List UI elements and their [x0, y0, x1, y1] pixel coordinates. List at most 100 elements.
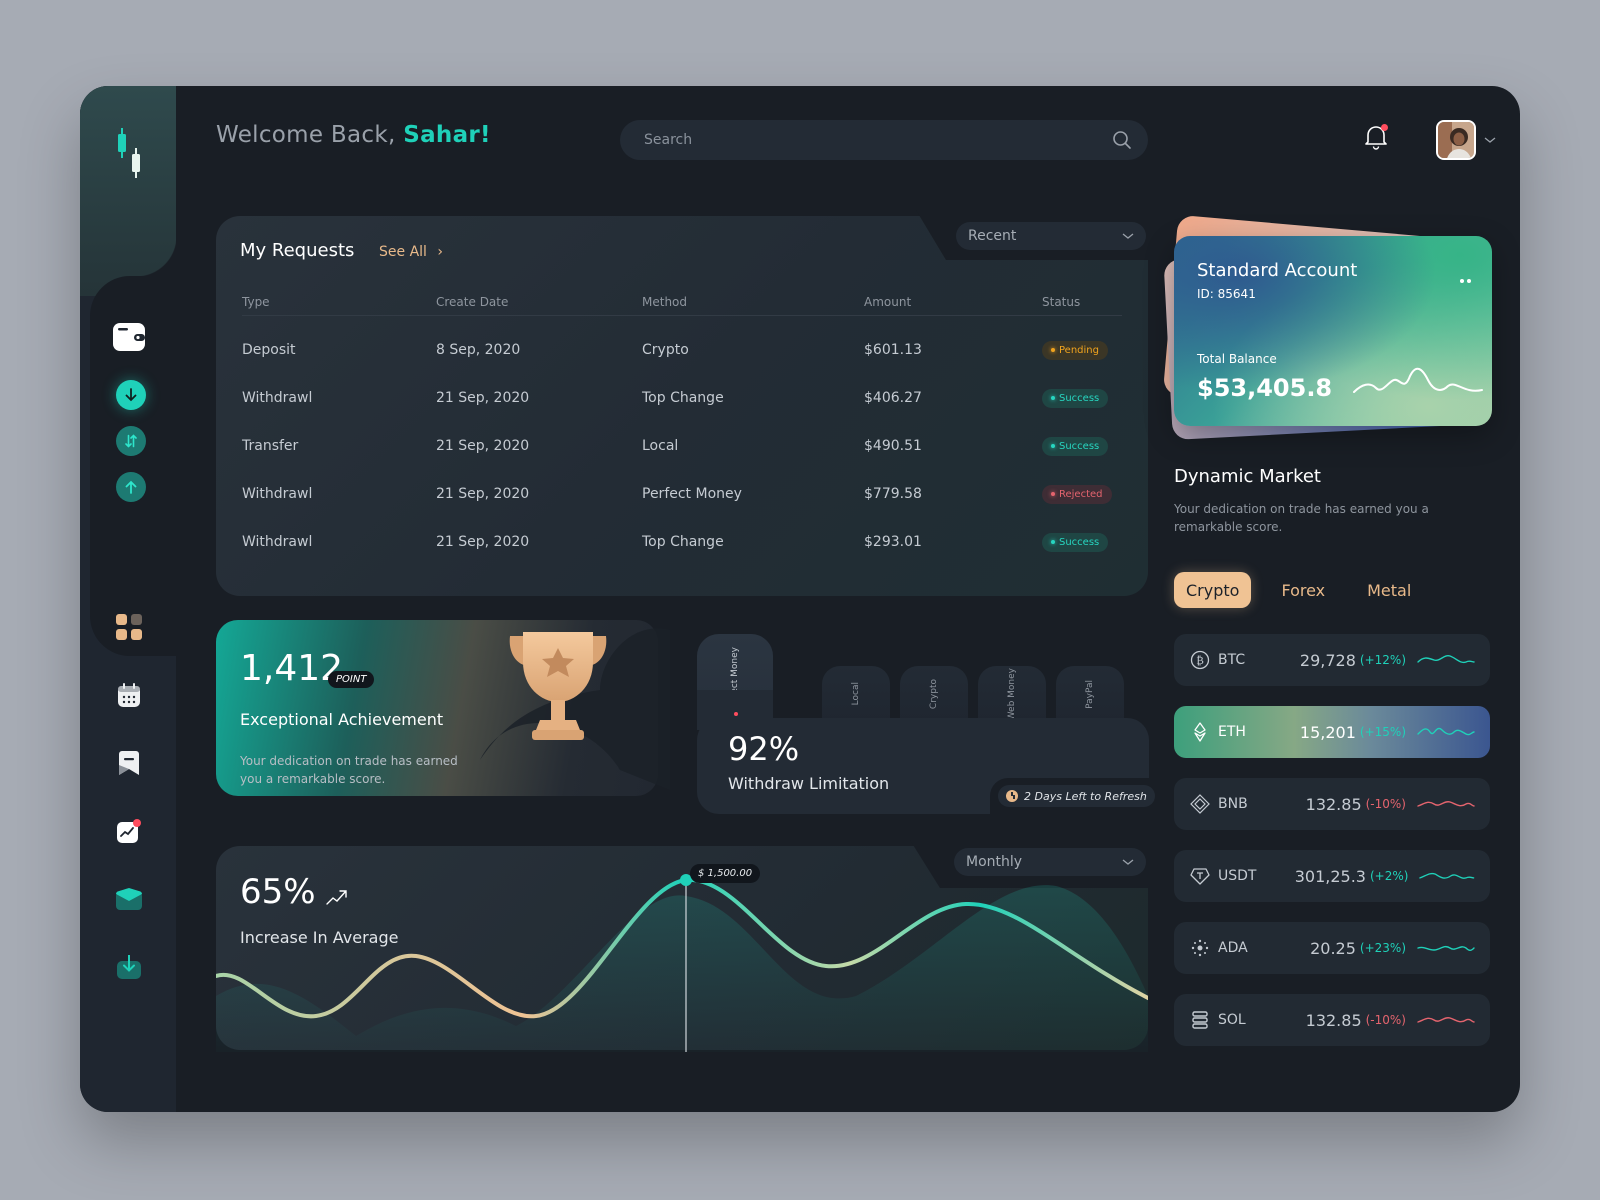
candlestick-logo-icon — [118, 128, 140, 178]
cell-amount: $406.27 — [864, 390, 922, 406]
average-line-chart — [216, 874, 1148, 1052]
balance-sparkline — [1353, 367, 1483, 393]
status-text: Success — [1059, 440, 1100, 452]
table-row[interactable]: Withdrawl 21 Sep, 2020 Perfect Money $77… — [242, 470, 1122, 518]
method-tab-paypal[interactable]: PayPal — [1056, 666, 1124, 722]
avatar-photo — [1438, 122, 1474, 158]
sidebar-item-analytics[interactable] — [112, 814, 146, 848]
coin-price: 132.85 — [1305, 794, 1362, 814]
status-text: Pending — [1059, 344, 1099, 356]
trend-up-icon — [326, 890, 347, 905]
points-value: 1,412 — [240, 648, 344, 689]
refresh-text: 2 Days Left to Refresh — [1024, 789, 1147, 803]
coin-change: (+12%) — [1359, 653, 1406, 667]
sidebar-item-bookmark[interactable] — [112, 746, 146, 780]
status-badge: Success — [1042, 388, 1109, 408]
welcome-prefix: Welcome Back, — [216, 122, 396, 148]
cell-date: 21 Sep, 2020 — [436, 390, 530, 406]
sidebar-item-withdraw[interactable] — [116, 472, 146, 502]
recent-filter-select[interactable]: Recent — [956, 222, 1146, 250]
account-more-menu[interactable] — [1460, 268, 1476, 283]
coin-sparkline — [1417, 654, 1475, 664]
status-text: Rejected — [1059, 488, 1103, 500]
user-name: Sahar! — [403, 122, 491, 148]
ethereum-icon — [1190, 722, 1210, 742]
cell-type: Withdrawl — [242, 390, 313, 406]
refresh-badge: 2 Days Left to Refresh — [998, 785, 1155, 807]
tab-metal[interactable]: Metal — [1355, 572, 1423, 608]
market-title: Dynamic Market — [1174, 466, 1321, 487]
sidebar-item-messages[interactable] — [112, 882, 146, 916]
sidebar-item-deposit[interactable] — [116, 380, 146, 410]
average-label: Increase In Average — [240, 928, 399, 947]
status-text: Success — [1059, 536, 1100, 548]
tab-crypto[interactable]: Crypto — [1174, 572, 1252, 608]
coin-symbol: SOL — [1218, 1012, 1246, 1028]
user-avatar[interactable] — [1436, 120, 1476, 160]
sidebar-item-transfer[interactable] — [116, 426, 146, 456]
coin-row-eth[interactable]: ETH 15,201 (+15%) — [1174, 706, 1490, 758]
coin-row-btc[interactable]: ₿ BTC 29,728 (+12%) — [1174, 634, 1490, 686]
chart-tooltip: $ 1,500.00 — [690, 864, 761, 883]
method-tab-crypto[interactable]: Crypto — [900, 666, 968, 722]
status-dot — [1051, 540, 1055, 545]
arrow-up-icon — [125, 480, 137, 494]
table-row[interactable]: Withdrawl 21 Sep, 2020 Top Change $293.0… — [242, 518, 1122, 566]
table-row[interactable]: Withdrawl 21 Sep, 2020 Top Change $406.2… — [242, 374, 1122, 422]
see-all-label: See All — [379, 244, 427, 260]
table-header: Type Create Date Method Amount Status — [242, 288, 1122, 316]
cell-method: Top Change — [642, 390, 724, 406]
search-icon[interactable] — [1112, 130, 1132, 150]
coin-row-sol[interactable]: SOL 132.85 (-10%) — [1174, 994, 1490, 1046]
grid-icon — [116, 614, 142, 640]
achievement-description: Your dedication on trade has earned you … — [240, 754, 458, 786]
cell-method: Perfect Money — [642, 486, 742, 502]
arrow-down-icon — [125, 388, 137, 402]
coin-change: (-10%) — [1365, 1013, 1406, 1027]
coin-row-bnb[interactable]: BNB 132.85 (-10%) — [1174, 778, 1490, 830]
coin-price: 15,201 — [1299, 722, 1356, 742]
cell-date: 8 Sep, 2020 — [436, 342, 521, 358]
cell-date: 21 Sep, 2020 — [436, 534, 530, 550]
status-badge: Rejected — [1042, 484, 1112, 504]
cell-amount: $490.51 — [864, 438, 922, 454]
sidebar-item-download[interactable] — [112, 950, 146, 984]
table-row[interactable]: Transfer 21 Sep, 2020 Local $490.51 Succ… — [242, 422, 1122, 470]
active-method-dot — [734, 712, 738, 716]
calendar-icon — [118, 683, 140, 707]
coin-price: 301,25.3 — [1294, 866, 1366, 886]
search-bar — [620, 120, 1148, 160]
search-input[interactable] — [644, 132, 1112, 148]
method-label: PayPal — [1085, 679, 1095, 709]
cell-date: 21 Sep, 2020 — [436, 438, 530, 454]
status-text: Success — [1059, 392, 1100, 404]
bitcoin-icon: ₿ — [1190, 650, 1210, 670]
coin-sparkline — [1417, 800, 1475, 807]
method-label: Local — [851, 682, 861, 706]
chevron-down-icon[interactable] — [1484, 135, 1496, 145]
coin-change: (+23%) — [1359, 941, 1406, 955]
clock-icon — [1006, 790, 1018, 802]
notifications-button[interactable] — [1364, 124, 1390, 152]
method-tab-local[interactable]: Local — [822, 666, 890, 722]
coin-row-usdt[interactable]: USDT 301,25.3 (+2%) — [1174, 850, 1490, 902]
points-badge: POINT — [328, 671, 375, 688]
status-badge: Success — [1042, 532, 1109, 552]
sidebar-item-dashboard[interactable] — [112, 610, 146, 644]
method-tab-web-money[interactable]: Web Money — [978, 666, 1046, 722]
coin-row-ada[interactable]: ADA 20.25 (+23%) — [1174, 922, 1490, 974]
cardano-icon — [1190, 938, 1210, 958]
tab-forex[interactable]: Forex — [1269, 572, 1337, 608]
table-row[interactable]: Deposit 8 Sep, 2020 Crypto $601.13 Pendi… — [242, 326, 1122, 374]
coin-price: 20.25 — [1310, 938, 1356, 958]
sidebar-item-wallet[interactable] — [112, 320, 146, 354]
coin-symbol: ADA — [1218, 940, 1248, 956]
account-title: Standard Account — [1197, 260, 1358, 281]
sidebar-item-calendar[interactable] — [112, 678, 146, 712]
see-all-link[interactable]: See All › — [379, 244, 443, 260]
cell-method: Top Change — [642, 534, 724, 550]
wallet-icon — [113, 323, 145, 351]
coin-change: (+2%) — [1369, 869, 1409, 883]
chevron-right-icon: › — [437, 244, 443, 260]
coin-change: (+15%) — [1359, 725, 1406, 739]
